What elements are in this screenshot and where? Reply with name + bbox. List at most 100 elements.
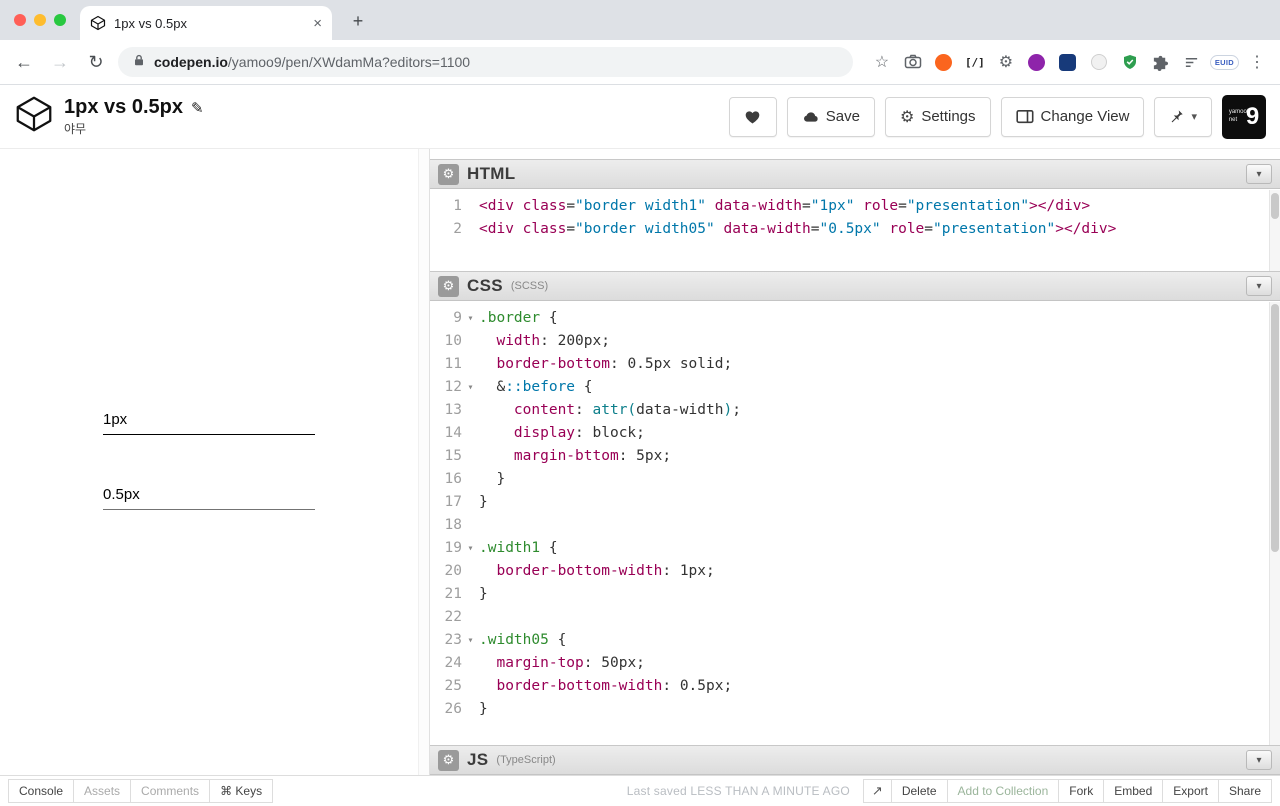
add-to-collection-button[interactable]: Add to Collection [946, 779, 1060, 803]
purple-extension-icon[interactable] [1024, 49, 1050, 75]
zoom-window-button[interactable] [54, 14, 66, 26]
code-line[interactable]: 24 margin-top: 50px; [430, 652, 1280, 675]
euid-extension-icon[interactable]: EUID [1209, 54, 1239, 70]
delete-button[interactable]: Delete [890, 779, 948, 803]
fold-gutter [462, 330, 479, 353]
fold-arrow-icon[interactable]: ▾ [462, 629, 479, 652]
css-settings-gear-icon[interactable]: ⚙ [438, 275, 459, 297]
code-line[interactable]: 1 <div class="border width1" data-width="… [430, 195, 1280, 218]
css-collapse-button[interactable]: ▾ [1246, 276, 1272, 296]
html-code-editor[interactable]: 1 <div class="border width1" data-width="… [430, 189, 1280, 271]
code-line[interactable]: 22 [430, 606, 1280, 629]
settings-button[interactable]: ⚙ Settings [884, 96, 991, 137]
fold-gutter [462, 560, 479, 583]
code-line[interactable]: 9 ▾ .border { [430, 307, 1280, 330]
js-settings-gear-icon[interactable]: ⚙ [438, 749, 459, 771]
css-panel-header[interactable]: ⚙ CSS (SCSS) ▾ [430, 271, 1280, 301]
code-line[interactable]: 15 margin-bttom: 5px; [430, 445, 1280, 468]
js-collapse-button[interactable]: ▾ [1246, 750, 1272, 770]
reload-button[interactable]: ↻ [82, 52, 110, 73]
gear-extension-icon[interactable]: ⚙ [993, 49, 1019, 75]
preview-scrollbar[interactable] [418, 149, 429, 775]
gray-circle-extension-icon[interactable] [1086, 49, 1112, 75]
code-line[interactable]: 14 display: block; [430, 422, 1280, 445]
code-line[interactable]: 20 border-bottom-width: 1px; [430, 560, 1280, 583]
code-text: content: attr(data-width); [513, 402, 741, 418]
code-line[interactable]: 16 } [430, 468, 1280, 491]
orange-extension-icon[interactable] [931, 49, 957, 75]
scrollbar-thumb[interactable] [1271, 304, 1279, 553]
fork-button[interactable]: Fork [1058, 779, 1105, 803]
fold-arrow-icon[interactable]: ▾ [462, 307, 479, 330]
line-number: 10 [444, 333, 462, 349]
edit-title-icon[interactable]: ✎ [191, 99, 204, 117]
code-line[interactable]: 12 ▾ &::before { [430, 376, 1280, 399]
code-brackets-extension-icon[interactable]: [/] [962, 49, 988, 75]
fold-arrow-icon[interactable]: ▾ [462, 537, 479, 560]
close-window-button[interactable] [14, 14, 26, 26]
export-button[interactable]: Export [1162, 779, 1219, 803]
shield-check-extension-icon[interactable] [1117, 49, 1143, 75]
tab-close-icon[interactable]: × [313, 15, 322, 32]
open-external-icon[interactable]: ↗ [862, 779, 892, 803]
js-panel-header[interactable]: ⚙ JS (TypeScript) ▾ [430, 745, 1280, 775]
code-line[interactable]: 23 ▾ .width05 { [430, 629, 1280, 652]
change-view-label: Change View [1040, 108, 1130, 125]
main-area: 1px 0.5px ⚙ HTML ▾ 1 <div class="border w… [0, 149, 1280, 775]
line-number: 9 [453, 310, 462, 326]
extensions-puzzle-icon[interactable] [1148, 49, 1174, 75]
codepen-logo[interactable] [14, 94, 54, 139]
fold-arrow-icon[interactable]: ▾ [462, 376, 479, 399]
scrollbar-thumb[interactable] [1271, 193, 1279, 219]
code-line[interactable]: 18 [430, 514, 1280, 537]
code-text: display: block; [513, 425, 645, 441]
line-number: 25 [444, 678, 462, 694]
css-code-editor[interactable]: 9 ▾ .border {10 width: 200px; 11 border-bot… [430, 301, 1280, 745]
keyboard-shortcuts-button[interactable]: ⌘ Keys [209, 779, 274, 803]
js-panel-title: JS [467, 750, 489, 769]
css-editor-scrollbar[interactable] [1269, 302, 1280, 745]
code-line[interactable]: 2 <div class="border width05" data-width=… [430, 218, 1280, 241]
line-number: 22 [444, 609, 462, 625]
camera-extension-icon[interactable] [900, 49, 926, 75]
love-button[interactable] [728, 96, 777, 137]
bookmark-star-icon[interactable]: ☆ [869, 49, 895, 75]
url-bar[interactable]: codepen.io/yamoo9/pen/XWdamMa?editors=11… [118, 47, 853, 77]
browser-menu-kebab-icon[interactable]: ⋮ [1244, 49, 1270, 75]
back-button[interactable]: ← [10, 52, 38, 73]
css-panel-title: CSS [467, 276, 503, 295]
forward-button[interactable]: → [46, 52, 74, 73]
pen-author[interactable]: 야무 [64, 120, 204, 137]
minimize-window-button[interactable] [34, 14, 46, 26]
embed-button[interactable]: Embed [1103, 779, 1164, 803]
avatar[interactable]: yamoo9 net 9 [1222, 94, 1266, 139]
fold-gutter [462, 218, 479, 241]
code-line[interactable]: 13 content: attr(data-width); [430, 399, 1280, 422]
share-button[interactable]: Share [1217, 779, 1272, 803]
console-button[interactable]: Console [8, 779, 75, 803]
code-line[interactable]: 25 border-bottom-width: 0.5px; [430, 675, 1280, 698]
html-settings-gear-icon[interactable]: ⚙ [438, 163, 459, 185]
save-button[interactable]: Save [786, 96, 875, 137]
html-collapse-button[interactable]: ▾ [1246, 164, 1272, 184]
change-view-button[interactable]: Change View [1000, 96, 1145, 137]
code-line[interactable]: 21} [430, 583, 1280, 606]
browser-extensions-area: ☆ [/] ⚙ EUID ⋮ [861, 49, 1270, 75]
blue-square-extension-icon[interactable] [1055, 49, 1081, 75]
tune-lines-extension-icon[interactable] [1179, 49, 1205, 75]
codepen-favicon-icon [90, 15, 106, 31]
new-tab-button[interactable]: + [346, 9, 370, 33]
pin-dropdown-button[interactable]: ▾ [1154, 96, 1212, 137]
html-editor-scrollbar[interactable] [1269, 190, 1280, 271]
comments-button[interactable]: Comments [130, 779, 211, 803]
code-line[interactable]: 10 width: 200px; [430, 330, 1280, 353]
code-line[interactable]: 26} [430, 698, 1280, 721]
last-saved-status: Last saved LESS THAN A MINUTE AGO [626, 784, 850, 798]
code-line[interactable]: 19 ▾ .width1 { [430, 537, 1280, 560]
code-line[interactable]: 11 border-bottom: 0.5px solid; [430, 353, 1280, 376]
editor-footer: Console Assets Comments ⌘ Keys Last save… [0, 775, 1280, 806]
browser-tab[interactable]: 1px vs 0.5px × [80, 6, 332, 40]
code-line[interactable]: 17} [430, 491, 1280, 514]
html-panel-header[interactable]: ⚙ HTML ▾ [430, 159, 1280, 189]
assets-button[interactable]: Assets [73, 779, 132, 803]
